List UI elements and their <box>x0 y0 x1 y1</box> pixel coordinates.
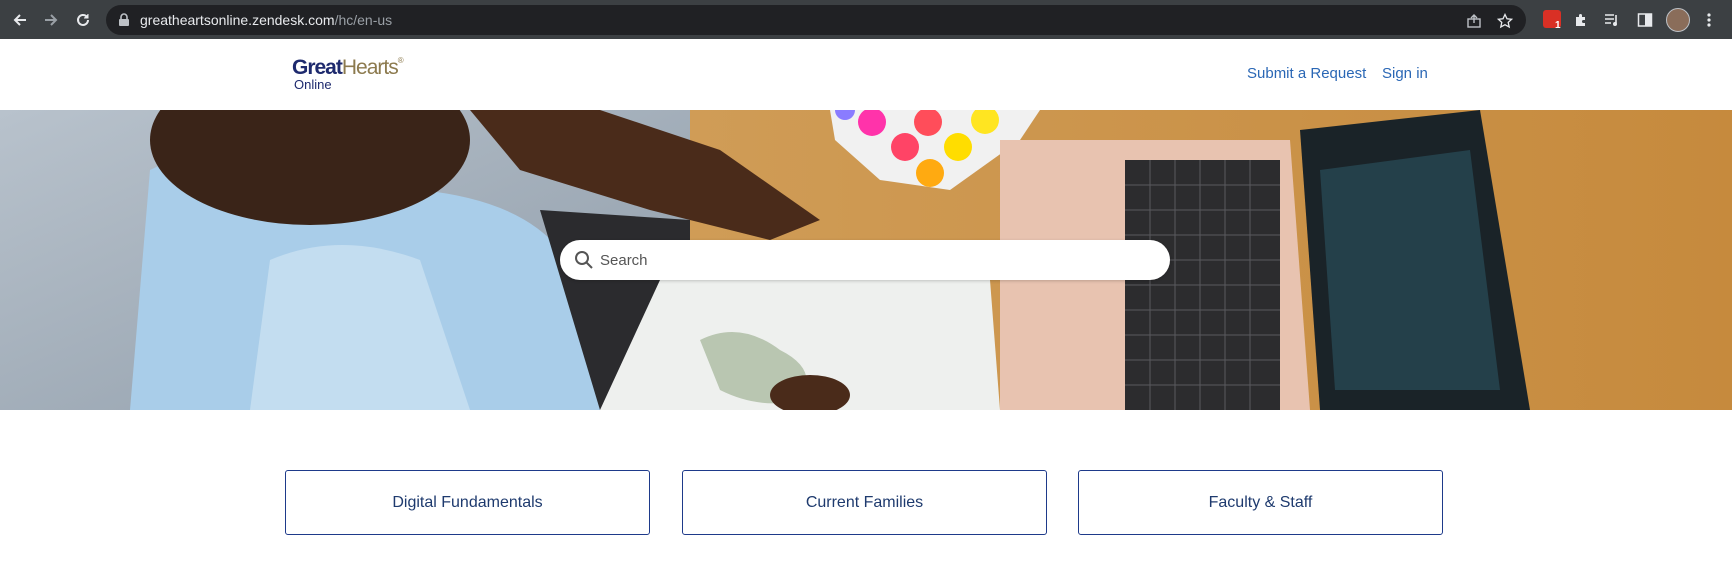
sign-in-link[interactable]: Sign in <box>1382 65 1428 82</box>
url-path: /hc/en-us <box>334 12 393 28</box>
search-input[interactable] <box>600 240 1150 280</box>
logo-hearts-text: Hearts <box>341 56 399 79</box>
forward-arrow-icon <box>45 14 58 26</box>
url-host: greatheartsonline.zendesk.com <box>140 12 335 28</box>
address-bar[interactable]: greatheartsonline.zendesk.com/hc/en-us <box>106 5 1526 35</box>
share-icon[interactable] <box>1466 13 1482 29</box>
browser-toolbar: greatheartsonline.zendesk.com/hc/en-us 1 <box>0 0 1732 39</box>
category-card-current-families[interactable]: Current Families <box>682 470 1047 535</box>
back-button[interactable] <box>7 7 33 33</box>
site-logo[interactable]: GreatHearts® Online <box>292 56 404 92</box>
puzzle-icon <box>1576 14 1585 26</box>
reload-icon <box>77 13 89 26</box>
menu-button[interactable] <box>1698 9 1720 31</box>
forward-button[interactable] <box>38 7 64 33</box>
logo-great-text: Great <box>292 56 343 79</box>
search-box[interactable] <box>560 240 1170 280</box>
submit-request-link[interactable]: Submit a Request <box>1247 65 1366 82</box>
reload-button[interactable] <box>70 7 96 33</box>
menu-dots-icon <box>1707 13 1711 27</box>
hero-banner <box>0 110 1732 410</box>
profile-avatar[interactable] <box>1666 8 1690 32</box>
site-header: GreatHearts® Online Submit a Request Sig… <box>0 39 1732 110</box>
category-card-faculty-staff[interactable]: Faculty & Staff <box>1078 470 1443 535</box>
lock-icon[interactable] <box>118 13 130 27</box>
url-text: greatheartsonline.zendesk.com/hc/en-us <box>140 12 392 28</box>
sidepanel-button[interactable] <box>1634 9 1656 31</box>
media-button[interactable] <box>1601 9 1623 31</box>
registered-mark: ® <box>397 56 404 65</box>
extensions-button[interactable] <box>1570 9 1592 31</box>
search-icon <box>575 251 593 269</box>
logo-online-text: Online <box>294 77 332 92</box>
category-card-digital-fundamentals[interactable]: Digital Fundamentals <box>285 470 650 535</box>
star-icon[interactable] <box>1497 13 1513 29</box>
sidepanel-icon <box>1637 13 1653 27</box>
back-arrow-icon <box>13 14 26 26</box>
media-icon <box>1605 14 1617 26</box>
extension-badge-count: 1 <box>1555 20 1561 31</box>
